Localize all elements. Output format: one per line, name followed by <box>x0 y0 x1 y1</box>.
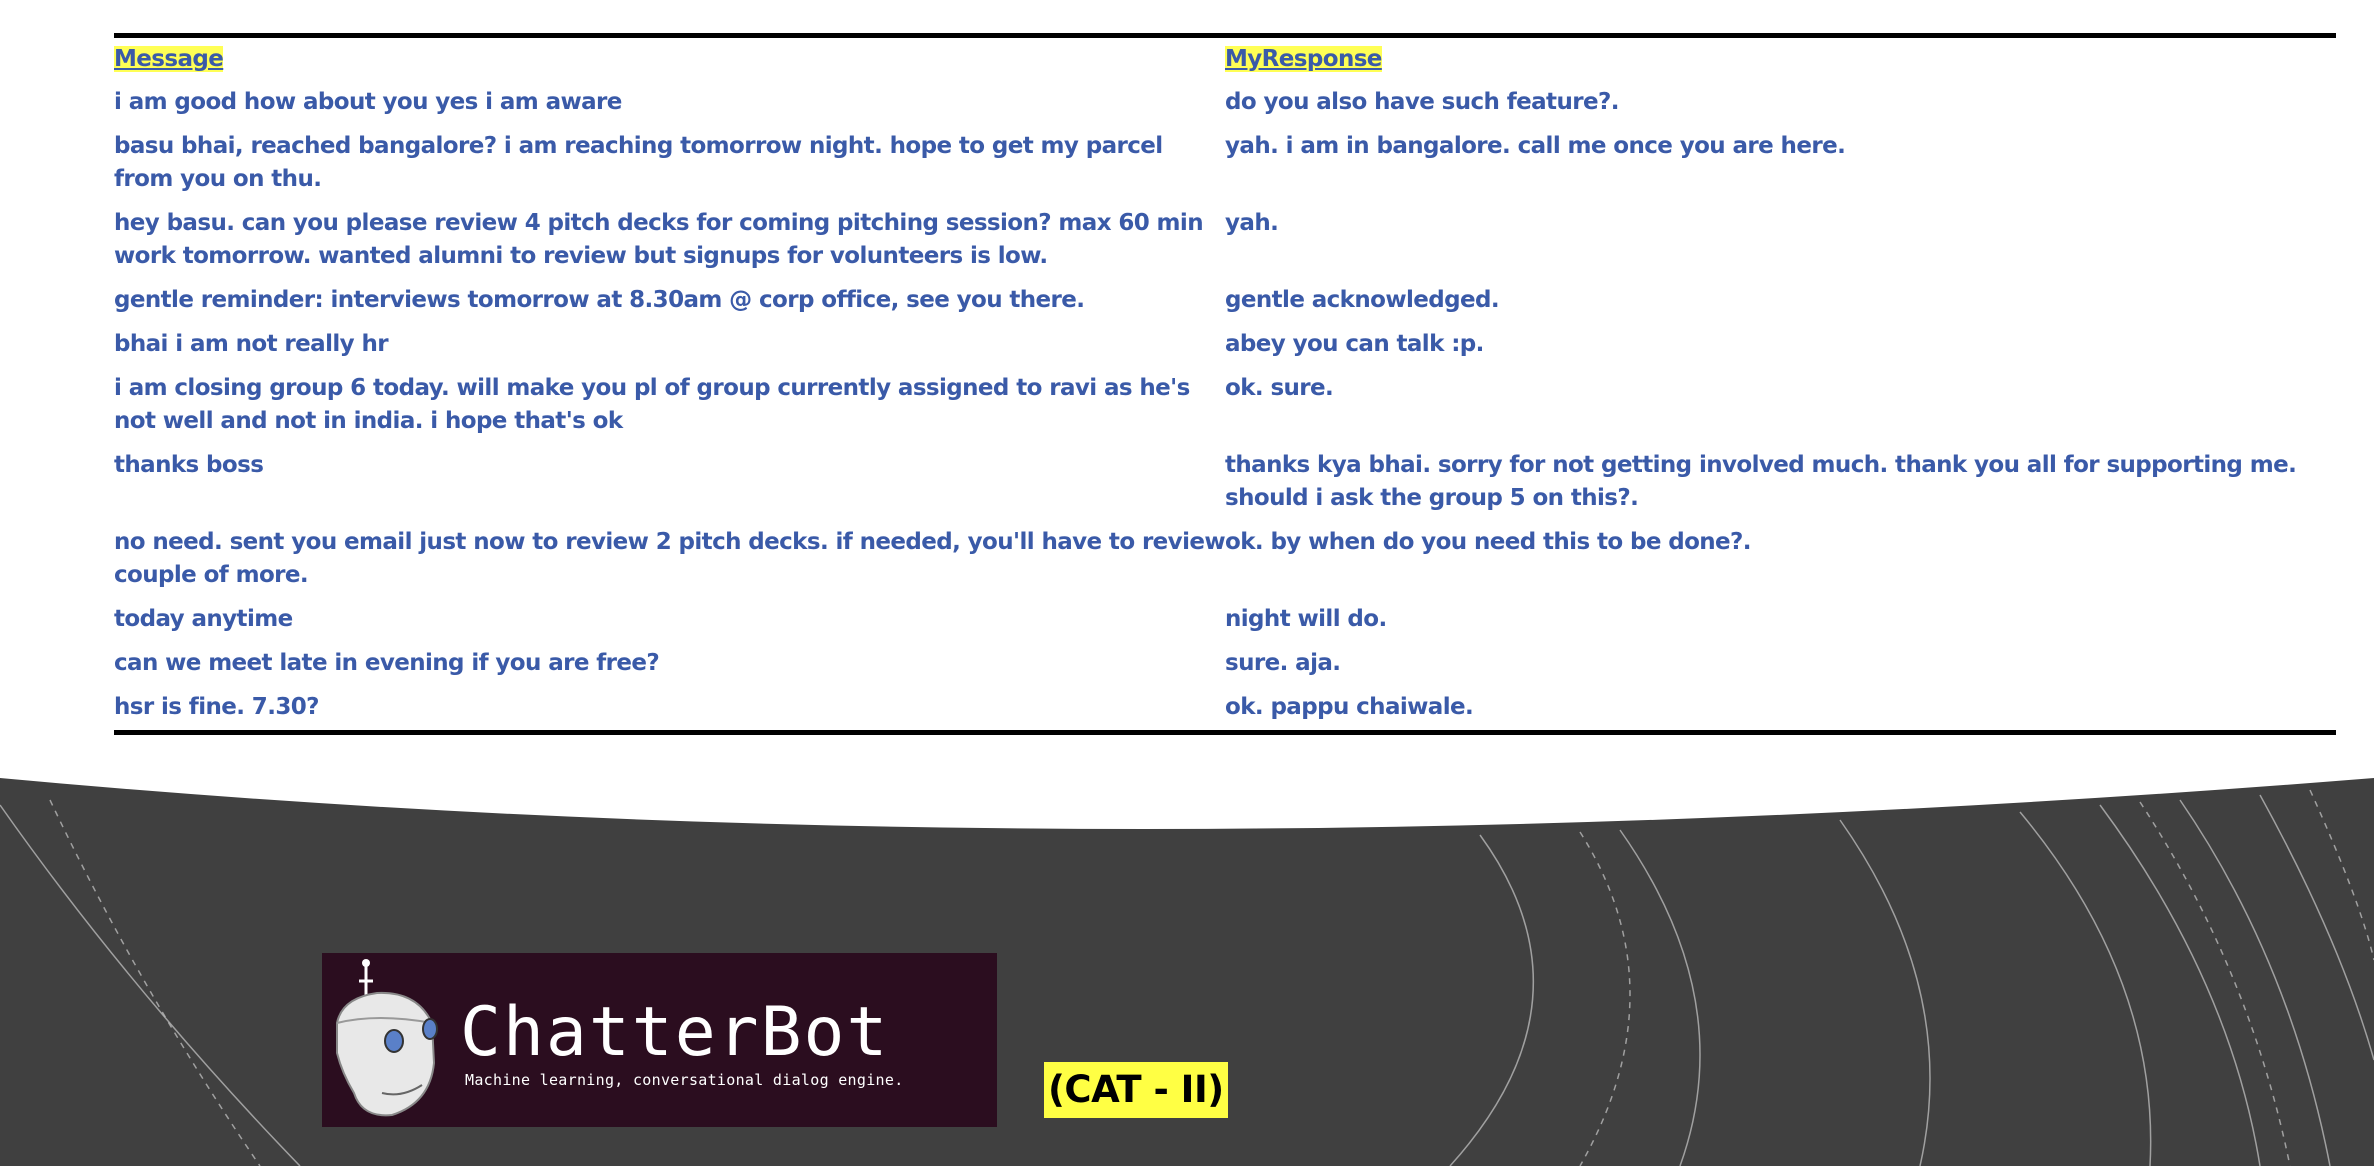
logo-tagline: Machine learning, conversational dialog … <box>465 1071 904 1089</box>
logo-title: ChatterBot <box>460 993 890 1072</box>
table-row: no need. sent you email just now to revi… <box>114 521 2336 598</box>
response-cell: abey you can talk :p. <box>1225 331 1484 357</box>
message-cell: thanks boss <box>114 452 264 478</box>
table-row: bhai i am not really hr abey you can talk… <box>114 323 2336 367</box>
response-cell: sure. aja. <box>1225 650 1341 676</box>
message-cell: today anytime <box>114 606 293 632</box>
table-row: thanks boss thanks kya bhai. sorry for no… <box>114 444 2336 521</box>
table-row: hsr is fine. 7.30? ok. pappu chaiwale. <box>114 686 2336 730</box>
message-cell: hsr is fine. 7.30? <box>114 694 320 720</box>
table-row: can we meet late in evening if you are f… <box>114 642 2336 686</box>
category-badge: (CAT - II) <box>1044 1062 1228 1118</box>
message-cell: i am closing group 6 today. will make yo… <box>114 375 1190 434</box>
table-header-row: Message MyResponse <box>114 38 2336 81</box>
message-cell: i am good how about you yes i am aware <box>114 89 622 115</box>
message-cell: can we meet late in evening if you are f… <box>114 650 660 676</box>
table-row: i am closing group 6 today. will make yo… <box>114 367 2336 444</box>
response-cell: yah. <box>1225 210 1279 236</box>
table-row: hey basu. can you please review 4 pitch … <box>114 202 2336 279</box>
chatterbot-logo: ChatterBot Machine learning, conversatio… <box>322 953 997 1127</box>
robot-head-icon <box>336 959 438 1117</box>
response-cell: night will do. <box>1225 606 1387 632</box>
message-cell: gentle reminder: interviews tomorrow at … <box>114 287 1085 313</box>
message-cell: basu bhai, reached bangalore? i am reach… <box>114 133 1163 192</box>
header-message: Message <box>114 46 224 72</box>
message-cell: hey basu. can you please review 4 pitch … <box>114 210 1204 269</box>
response-cell: do you also have such feature?. <box>1225 89 1619 115</box>
table-row: i am good how about you yes i am aware do… <box>114 81 2336 125</box>
message-cell: bhai i am not really hr <box>114 331 389 357</box>
response-cell: thanks kya bhai. sorry for not getting i… <box>1225 452 2297 511</box>
table-row: today anytime night will do. <box>114 598 2336 642</box>
conversation-table: Message MyResponse i am good how about y… <box>114 33 2336 735</box>
response-cell: ok. pappu chaiwale. <box>1225 694 1474 720</box>
response-cell: ok. by when do you need this to be done?… <box>1225 529 1752 555</box>
response-cell: gentle acknowledged. <box>1225 287 1500 313</box>
slide: Message MyResponse i am good how about y… <box>0 0 2374 1166</box>
header-response: MyResponse <box>1225 46 1382 72</box>
table-row: basu bhai, reached bangalore? i am reach… <box>114 125 2336 202</box>
table-row: gentle reminder: interviews tomorrow at … <box>114 279 2336 323</box>
response-cell: ok. sure. <box>1225 375 1334 401</box>
message-cell: no need. sent you email just now to revi… <box>114 529 1226 588</box>
response-cell: yah. i am in bangalore. call me once you… <box>1225 133 1846 159</box>
